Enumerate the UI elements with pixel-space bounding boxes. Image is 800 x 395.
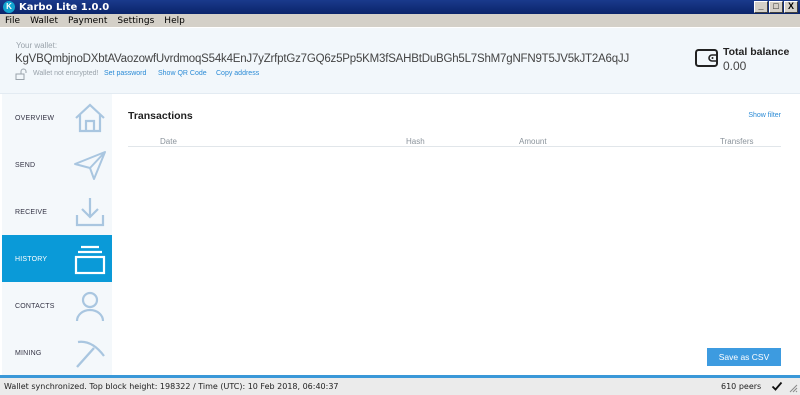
minimize-button[interactable]: _ xyxy=(754,1,768,13)
title-bar: K Karbo Lite 1.0.0 _ □ X xyxy=(0,0,800,14)
close-button[interactable]: X xyxy=(784,1,798,13)
receive-icon xyxy=(75,198,105,227)
sidebar-item-mining[interactable]: MINING xyxy=(2,329,112,376)
resize-grip-icon[interactable] xyxy=(789,384,798,393)
sidebar-item-history[interactable]: HISTORY xyxy=(2,235,112,282)
column-header-date[interactable]: Date xyxy=(160,137,177,146)
column-header-amount[interactable]: Amount xyxy=(519,137,547,146)
menu-file[interactable]: File xyxy=(0,16,25,26)
window-controls: _ □ X xyxy=(754,1,798,13)
wallet-address[interactable]: KgVBQmbjnoDXbtAVaozowfUvrdmoqS54k4EnJ7yZ… xyxy=(15,53,629,65)
karbo-logo-icon: K xyxy=(3,1,15,13)
window-title: Karbo Lite 1.0.0 xyxy=(19,1,110,13)
status-bar: Wallet synchronized. Top block height: 1… xyxy=(0,375,800,395)
sidebar-item-label: MINING xyxy=(15,350,42,357)
sidebar-item-label: CONTACTS xyxy=(15,303,55,310)
wallet-label: Your wallet: xyxy=(16,41,58,50)
balance-label: Total balance xyxy=(723,46,790,58)
home-icon xyxy=(75,103,105,133)
wallet-header: Your wallet: KgVBQmbjnoDXbtAVaozowfUvrdm… xyxy=(0,28,800,94)
sidebar-item-label: SEND xyxy=(15,162,36,169)
maximize-button[interactable]: □ xyxy=(769,1,783,13)
sidebar-item-label: RECEIVE xyxy=(15,209,48,216)
page-title: Transactions xyxy=(128,110,193,122)
sync-status: Wallet synchronized. Top block height: 1… xyxy=(4,382,339,391)
menu-wallet[interactable]: Wallet xyxy=(25,16,63,26)
checkmark-icon xyxy=(771,381,783,391)
sidebar-item-overview[interactable]: OVERVIEW xyxy=(2,94,112,141)
history-icon xyxy=(74,245,106,275)
copy-address-link[interactable]: Copy address xyxy=(216,70,259,77)
wallet-icon xyxy=(695,49,718,67)
save-csv-button[interactable]: Save as CSV xyxy=(707,348,781,366)
unlocked-icon xyxy=(15,68,27,80)
sidebar-item-send[interactable]: SEND xyxy=(2,141,112,188)
set-password-link[interactable]: Set password xyxy=(104,70,146,77)
send-icon xyxy=(74,151,106,180)
sidebar-item-label: HISTORY xyxy=(15,256,48,263)
transactions-panel: Transactions Show filter Date Hash Amoun… xyxy=(112,94,800,375)
menu-settings[interactable]: Settings xyxy=(112,16,159,26)
menu-payment[interactable]: Payment xyxy=(63,16,112,26)
sidebar: OVERVIEW SEND RECEIVE HISTORY CONTACTS M… xyxy=(2,94,112,375)
contacts-icon xyxy=(75,291,105,322)
encryption-status: Wallet not encrypted! xyxy=(33,70,99,77)
column-header-transfers[interactable]: Transfers xyxy=(720,137,754,146)
sidebar-item-contacts[interactable]: CONTACTS xyxy=(2,282,112,329)
table-divider xyxy=(128,146,781,147)
column-header-hash[interactable]: Hash xyxy=(406,137,425,146)
balance-value: 0.00 xyxy=(723,59,747,73)
show-qr-link[interactable]: Show QR Code xyxy=(158,70,207,77)
menu-bar: File Wallet Payment Settings Help xyxy=(0,14,800,28)
menu-help[interactable]: Help xyxy=(159,16,190,26)
peer-count: 610 peers xyxy=(721,382,762,391)
sidebar-item-label: OVERVIEW xyxy=(15,115,55,122)
sidebar-item-receive[interactable]: RECEIVE xyxy=(2,188,112,235)
pickaxe-icon xyxy=(76,340,105,368)
show-filter-link[interactable]: Show filter xyxy=(748,112,781,119)
